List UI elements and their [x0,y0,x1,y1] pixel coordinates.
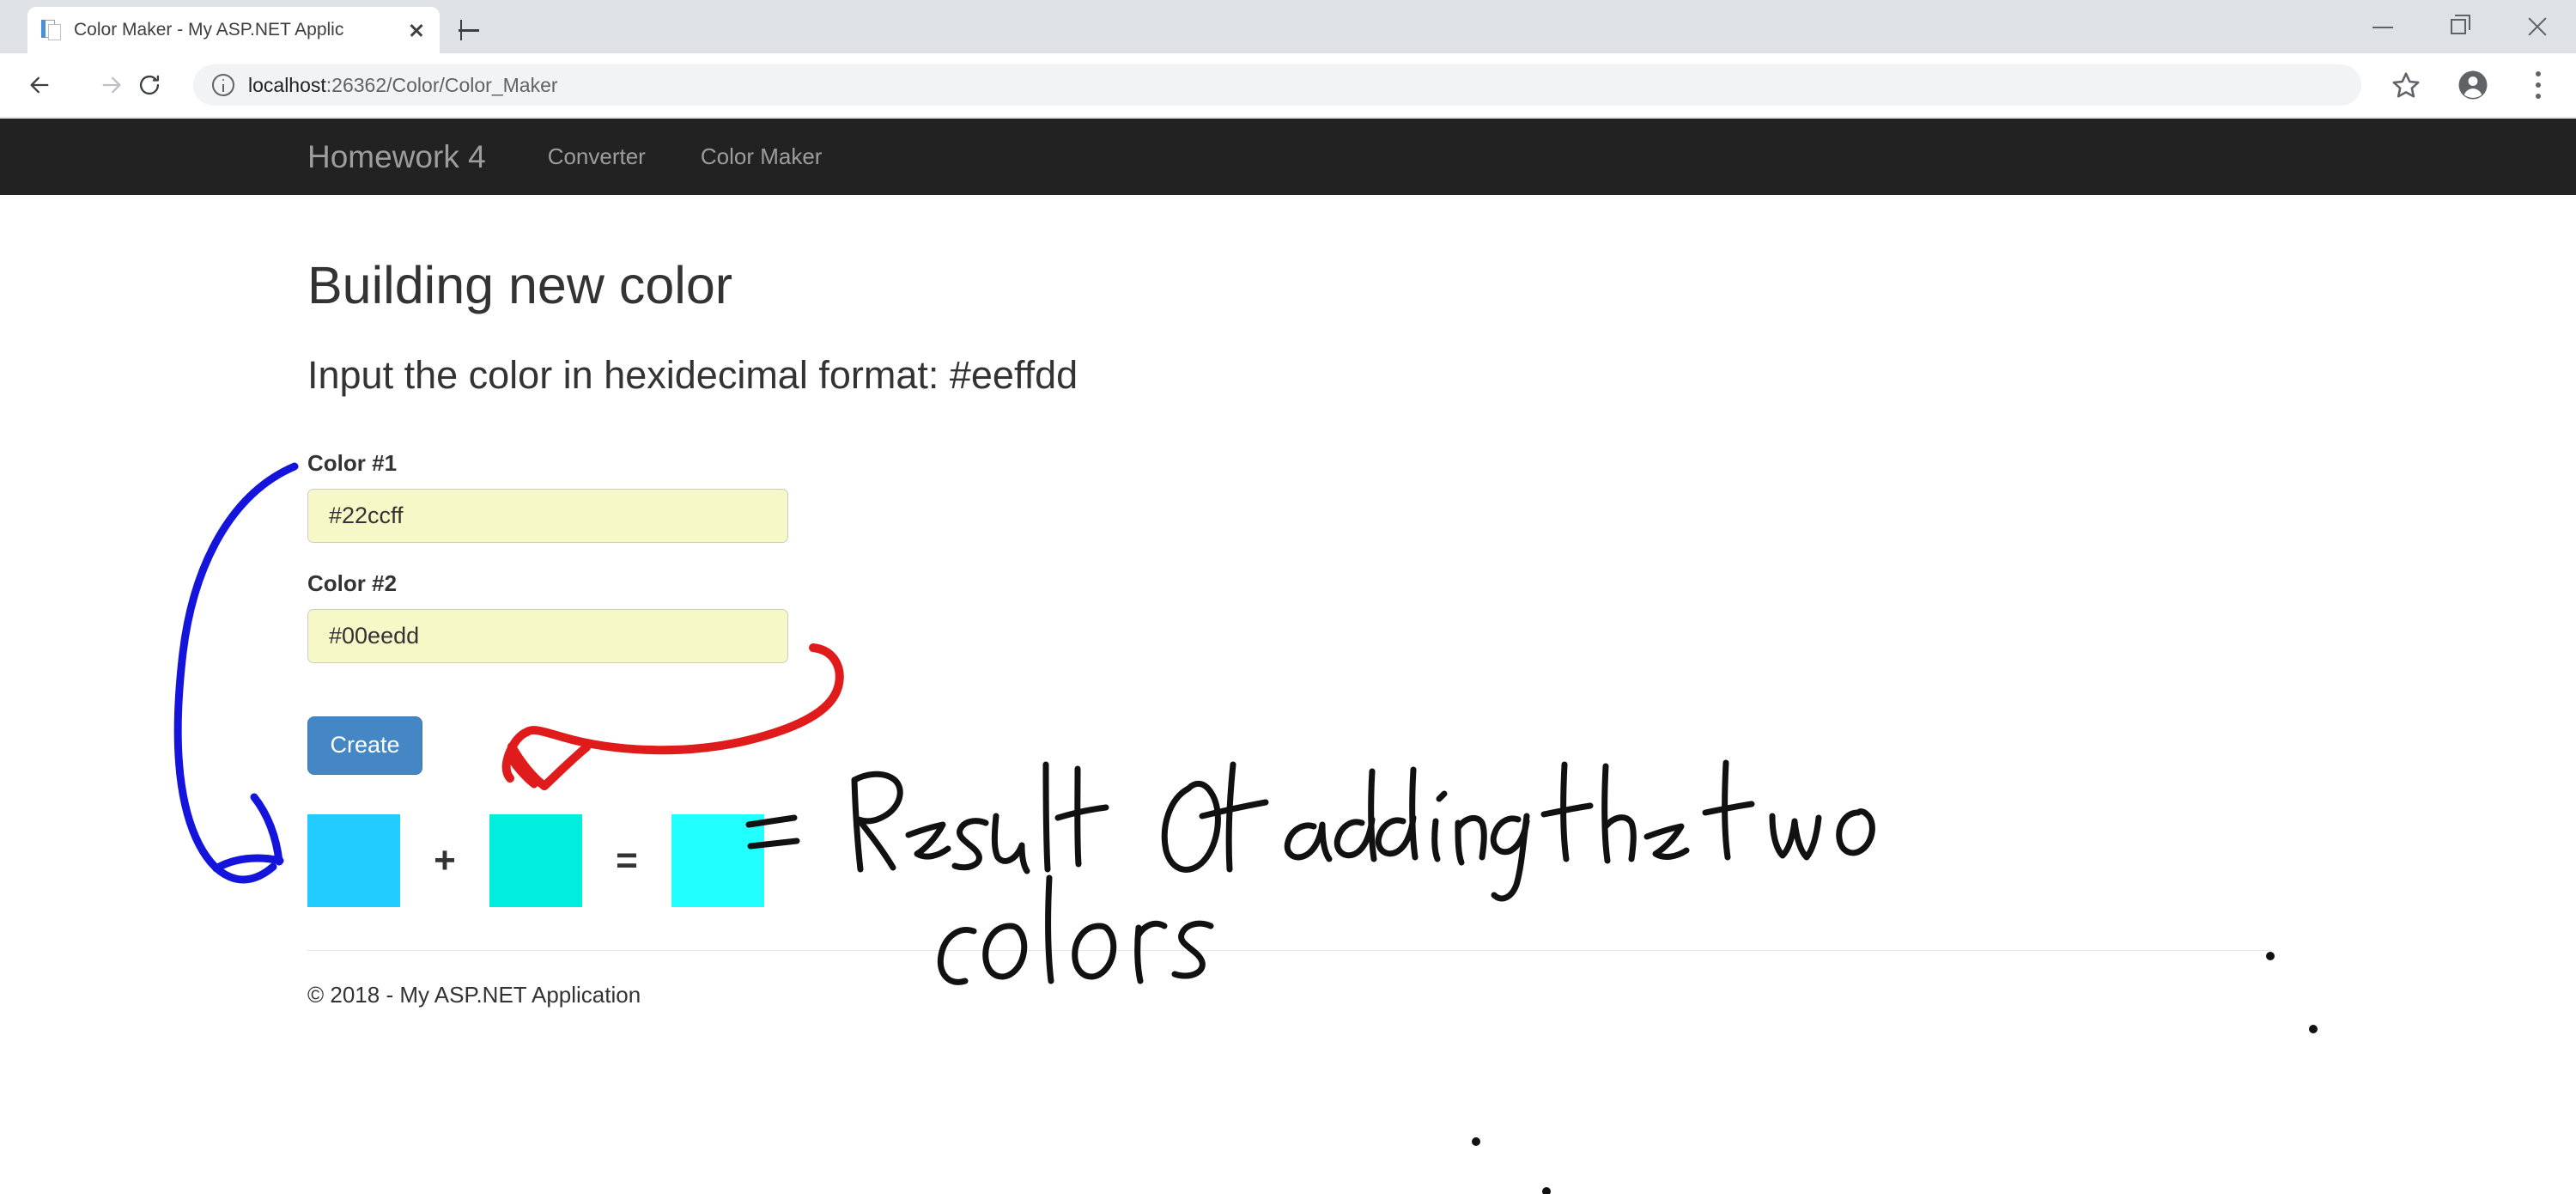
arrow-left-icon[interactable] [19,64,60,106]
nav-link-converter[interactable]: Converter [548,143,646,170]
browser-toolbar: localhost:26362/Color/Color_Maker [0,53,2576,118]
nav-link-color-maker[interactable]: Color Maker [701,143,823,170]
footer-text: © 2018 - My ASP.NET Application [307,981,641,1008]
url-text: localhost:26362/Color/Color_Maker [248,74,558,97]
close-icon[interactable] [2499,0,2576,53]
arrow-right-icon[interactable] [91,64,132,106]
plus-operator: + [434,838,456,881]
page-content: Homework 4 Converter Color Maker Buildin… [0,119,2576,1194]
result-swatch [671,813,764,907]
color-2-swatch [489,813,582,907]
color-1-input[interactable] [307,488,788,543]
browser-tab[interactable]: Color Maker - My ASP.NET Applic [27,7,440,53]
navbar-brand[interactable]: Homework 4 [307,139,486,175]
address-bar[interactable]: localhost:26362/Color/Color_Maker [193,64,2361,106]
footer-divider [307,949,2271,951]
main-container: Building new color Input the color in he… [0,256,2576,1008]
site-navbar: Homework 4 Converter Color Maker [0,119,2576,195]
close-icon[interactable] [402,15,431,45]
color-1-label: Color #1 [307,449,398,476]
page-document-icon [41,19,64,41]
info-circle-icon[interactable] [212,74,234,96]
plus-icon[interactable] [451,12,487,48]
minimize-icon[interactable] [2344,0,2421,53]
star-icon[interactable] [2391,70,2421,100]
restore-window-icon[interactable] [2421,0,2499,53]
create-button[interactable]: Create [307,716,422,775]
color-1-swatch [307,813,400,907]
avatar-icon[interactable] [2458,70,2488,101]
url-host: localhost [248,73,326,96]
color-2-label: Color #2 [307,570,398,596]
color-result-row: + = [307,813,2576,907]
tab-strip: Color Maker - My ASP.NET Applic [0,0,2576,53]
browser-window: Color Maker - My ASP.NET Applic localhos… [0,0,2576,1194]
page-subtitle: Input the color in hexidecimal format: #… [307,353,1078,398]
three-dot-menu-icon[interactable] [2523,69,2554,101]
color-2-input[interactable] [307,608,788,663]
equals-operator: = [616,838,638,881]
url-path: :26362/Color/Color_Maker [325,73,558,96]
window-controls [2344,0,2576,53]
reload-icon[interactable] [129,64,170,106]
tab-title: Color Maker - My ASP.NET Applic [74,20,344,40]
page-title: Building new color [307,256,733,314]
